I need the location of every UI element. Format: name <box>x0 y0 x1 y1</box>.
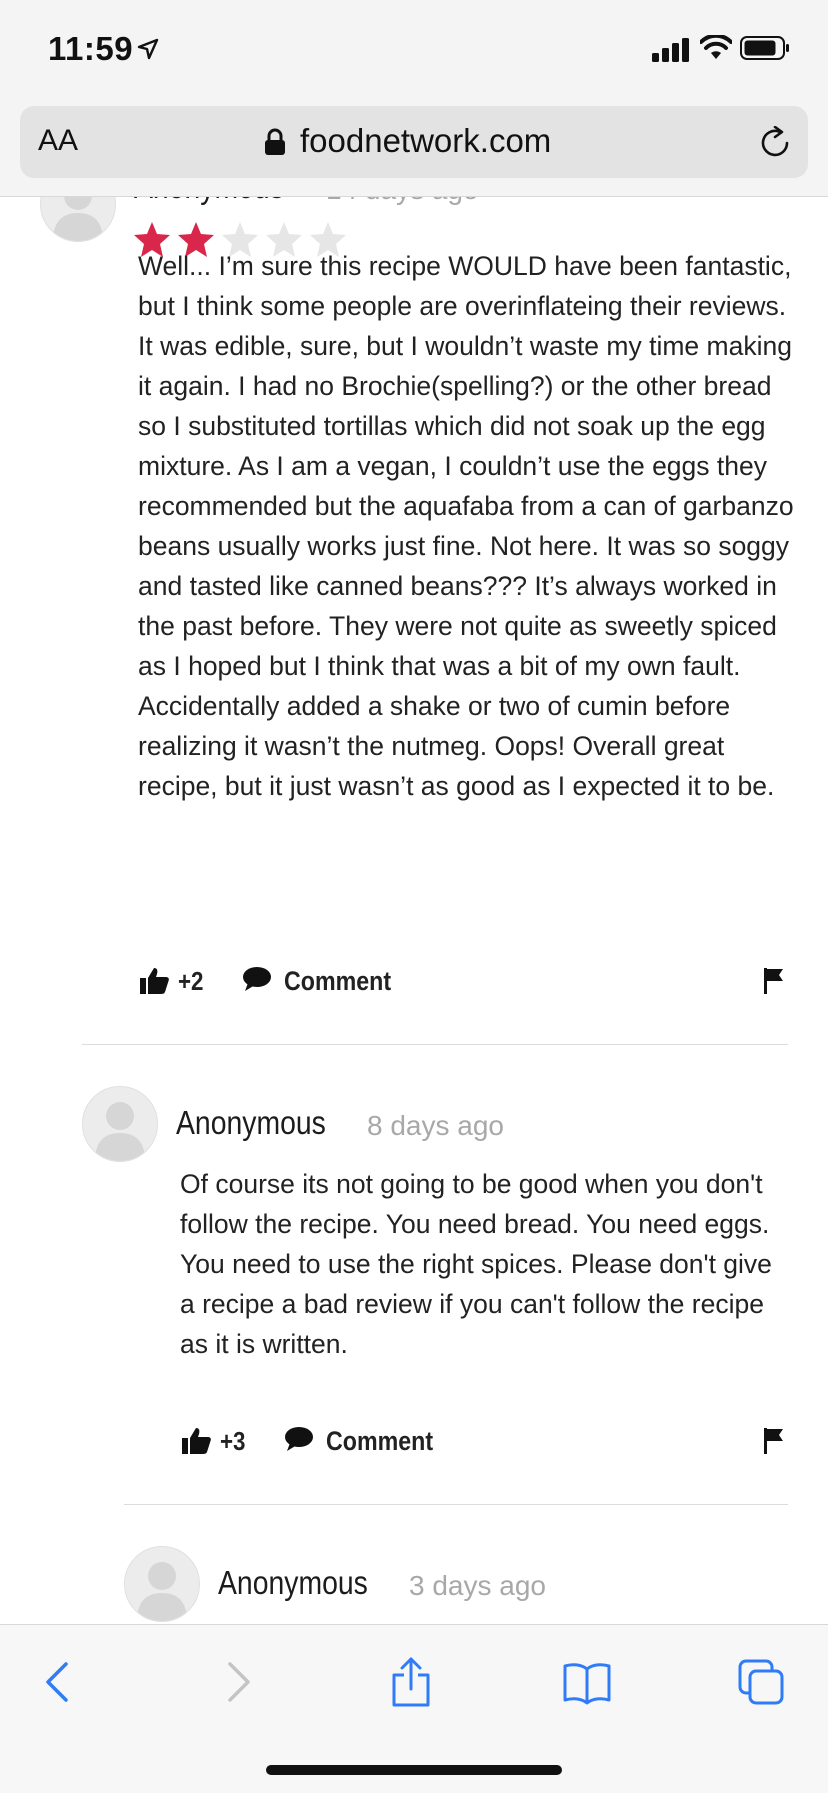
thumbs-up-icon[interactable] <box>140 966 170 996</box>
divider <box>82 1044 788 1045</box>
comments-scroll-area[interactable]: Anonymous 14 days ago Well... I’m sure t… <box>0 196 828 1624</box>
home-indicator[interactable] <box>266 1765 562 1775</box>
comment-timestamp: 8 days ago <box>367 1110 504 1141</box>
avatar <box>40 196 116 242</box>
comment-actions: +3 Comment <box>180 1422 788 1462</box>
divider <box>124 1504 788 1505</box>
user-silhouette-icon <box>137 1562 187 1621</box>
battery-icon <box>740 36 789 60</box>
comment-bubble-icon[interactable] <box>284 1426 314 1452</box>
comment-author[interactable]: Anonymous <box>134 196 284 206</box>
user-silhouette-icon <box>53 196 103 241</box>
comment-button[interactable]: Comment <box>326 1426 433 1457</box>
comment-actions: +2 Comment <box>138 962 788 1002</box>
comment-author[interactable]: Anonymous <box>218 1564 368 1602</box>
flag-icon[interactable] <box>764 968 784 994</box>
browser-address-area: AA foodnetwork.com <box>0 98 828 197</box>
back-icon[interactable] <box>34 1657 84 1707</box>
avatar <box>124 1546 200 1622</box>
flag-icon[interactable] <box>764 1428 784 1454</box>
location-arrow-icon <box>137 38 159 60</box>
address-bar[interactable]: AA foodnetwork.com <box>20 106 808 178</box>
tabs-icon[interactable] <box>736 1657 786 1707</box>
like-count: +3 <box>220 1426 246 1456</box>
comment-timestamp: 14 days ago <box>326 196 479 206</box>
wifi-icon <box>700 35 732 59</box>
comment-text: Of course its not going to be good when … <box>180 1169 772 1359</box>
like-count: +2 <box>178 966 204 996</box>
forward-icon[interactable] <box>212 1657 262 1707</box>
bookmarks-icon[interactable] <box>562 1657 612 1707</box>
comment-author[interactable]: Anonymous <box>176 1104 326 1142</box>
reload-icon[interactable] <box>758 126 792 160</box>
lock-icon <box>265 128 285 155</box>
comment-timestamp: 3 days ago <box>409 1570 546 1601</box>
status-bar: 11:59 <box>0 0 828 98</box>
comment-bubble-icon[interactable] <box>242 966 272 992</box>
cellular-signal-icon <box>652 38 689 62</box>
comment-text: Well... I’m sure this recipe WOULD have … <box>138 251 794 801</box>
thumbs-up-icon[interactable] <box>182 1426 212 1456</box>
avatar <box>82 1086 158 1162</box>
browser-toolbar <box>0 1624 828 1793</box>
share-icon[interactable] <box>386 1657 436 1707</box>
status-time: 11:59 <box>48 30 134 67</box>
url-text: foodnetwork.com <box>300 122 552 159</box>
text-size-label: AA <box>38 124 79 157</box>
user-silhouette-icon <box>95 1102 145 1161</box>
text-size-button[interactable]: AA <box>38 124 78 158</box>
comment-button[interactable]: Comment <box>284 966 391 997</box>
